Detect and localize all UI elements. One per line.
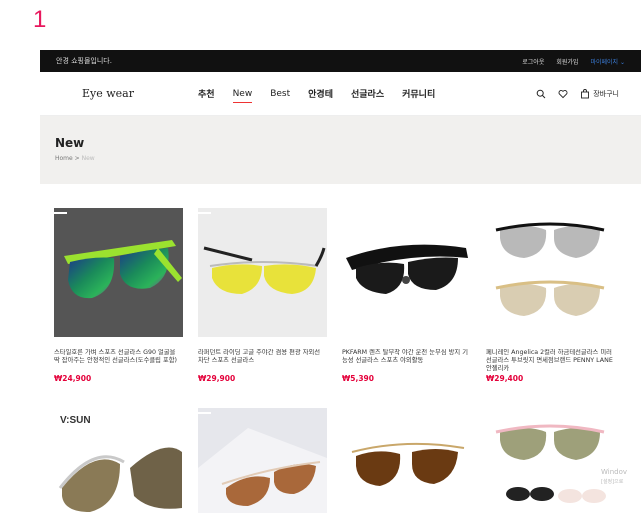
product-name[interactable]: 페니레인 Angelica 2컬러 하금테선글라스 미러선글라스 투브릿지 면세… <box>486 349 615 373</box>
page-header: New Home > New <box>40 116 641 184</box>
product-image[interactable] <box>198 208 327 337</box>
black-sunglasses-image <box>342 208 471 337</box>
yellow-sunglasses-image <box>198 208 327 337</box>
product-image[interactable] <box>342 408 471 513</box>
slide-number: 1 <box>33 6 47 33</box>
heart-icon[interactable] <box>558 89 568 99</box>
nav-item-community[interactable]: 커뮤니티 <box>402 87 435 100</box>
mirror-sunglasses-image <box>486 208 615 337</box>
cart-label: 장바구니 <box>593 89 619 98</box>
top-bar: 안경 쇼핑몰입니다. 로그아웃 회원가입 마이페이지 ⌄ <box>40 50 641 72</box>
nav-item-new[interactable]: New <box>232 89 252 103</box>
product-card[interactable] <box>198 408 327 513</box>
product-image[interactable] <box>342 208 471 337</box>
site-logo[interactable]: Eye wear <box>82 87 134 100</box>
watermark-line1: Windov <box>601 468 628 476</box>
watermark-line2: [설정]으로 <box>601 479 624 485</box>
nav-item-sunglasses[interactable]: 선글라스 <box>351 87 384 100</box>
product-image[interactable] <box>198 408 327 513</box>
breadcrumb-current: New <box>81 155 95 162</box>
sport-sunglasses-image <box>54 208 183 337</box>
join-link[interactable]: 회원가입 <box>556 57 578 66</box>
bag-icon <box>581 88 590 98</box>
breadcrumb-home[interactable]: Home <box>55 155 73 162</box>
main-nav: Eye wear 추천 New Best 안경테 선글라스 커뮤니티 장바구니 <box>40 72 641 116</box>
product-price: ₩24,900 <box>54 374 92 383</box>
breadcrumb-separator: > <box>74 155 80 162</box>
nav-item-frames[interactable]: 안경테 <box>308 87 333 100</box>
cart-button[interactable]: 장바구니 <box>580 88 619 99</box>
mypage-link[interactable]: 마이페이지 ⌄ <box>590 57 625 66</box>
cat-eye-sunglasses-image <box>198 408 327 513</box>
product-name[interactable]: 라퍼던트 라이딩 고글 주야간 겸용 편광 자외선 차단 스포츠 선글라스 <box>198 349 327 373</box>
nav-actions: 장바구니 <box>536 88 619 99</box>
product-name[interactable]: PKFARM 렌즈 탈부착 야간 운전 눈부심 방지 기능성 선글라스 스포츠 … <box>342 349 471 373</box>
product-image[interactable]: V:SUN <box>54 408 183 513</box>
product-image[interactable] <box>54 208 183 337</box>
top-links: 로그아웃 회원가입 마이페이지 ⌄ <box>522 57 625 66</box>
shop-screenshot: 안경 쇼핑몰입니다. 로그아웃 회원가입 마이페이지 ⌄ Eye wear 추천… <box>40 50 641 513</box>
product-price: ₩29,400 <box>486 374 524 383</box>
product-card[interactable]: 페니레인 Angelica 2컬러 하금테선글라스 미러선글라스 투브릿지 면세… <box>486 208 615 383</box>
product-price: ₩29,900 <box>198 374 236 383</box>
product-image[interactable] <box>486 408 615 513</box>
pink-sunglasses-image <box>486 408 615 513</box>
search-icon[interactable] <box>536 89 546 99</box>
windows-activation-watermark: Windov [설정]으로 <box>601 467 641 487</box>
brown-sunglasses-image <box>342 408 471 513</box>
product-card[interactable]: 스타일호른 가벼 스포츠 선글라스 G90 얼굴을 딱 잡아주는 안정적인 선글… <box>54 208 183 383</box>
page-title: New <box>55 136 85 150</box>
product-card[interactable]: PKFARM 렌즈 탈부착 야간 운전 눈부심 방지 기능성 선글라스 스포츠 … <box>342 208 471 383</box>
product-card[interactable] <box>486 408 615 513</box>
product-price: ₩5,390 <box>342 374 374 383</box>
nav-menu: 추천 New Best 안경테 선글라스 커뮤니티 <box>198 87 453 103</box>
product-name[interactable]: 스타일호른 가벼 스포츠 선글라스 G90 얼굴을 딱 잡아주는 안정적인 선글… <box>54 349 183 373</box>
product-card[interactable]: V:SUN <box>54 408 183 513</box>
nav-item-best[interactable]: Best <box>270 89 290 99</box>
product-image[interactable] <box>486 208 615 337</box>
nav-item-recommend[interactable]: 추천 <box>198 87 215 100</box>
product-card[interactable] <box>342 408 471 513</box>
logout-link[interactable]: 로그아웃 <box>522 57 544 66</box>
welcome-text: 안경 쇼핑몰입니다. <box>56 57 112 65</box>
product-card[interactable]: 라퍼던트 라이딩 고글 주야간 겸용 편광 자외선 차단 스포츠 선글라스 ₩2… <box>198 208 327 383</box>
brand-logo: V:SUN <box>60 415 91 426</box>
breadcrumb: Home > New <box>55 155 95 162</box>
